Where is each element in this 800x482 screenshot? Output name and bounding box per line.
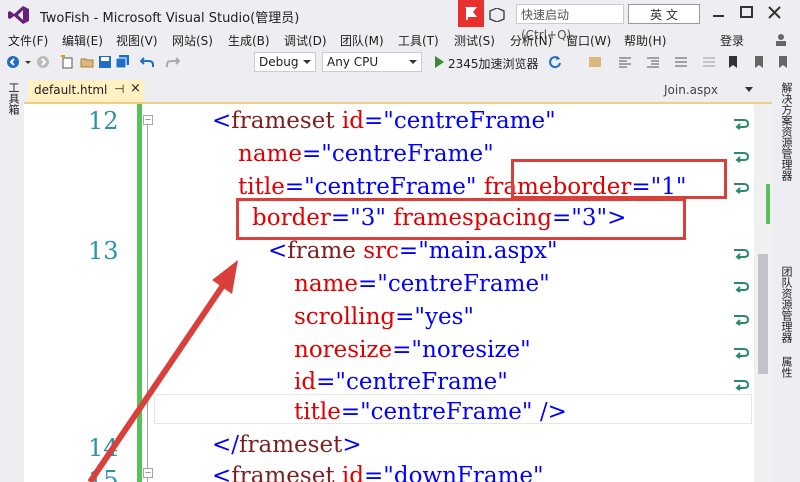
line-number: 12 (88, 107, 119, 135)
quick-launch-input[interactable]: 快速启动 (Ctrl+Q) (516, 4, 624, 42)
menu-debug[interactable]: 调试(D) (284, 32, 327, 49)
bookmark-next-icon[interactable] (776, 55, 790, 69)
refresh-icon[interactable] (548, 55, 562, 69)
menu-team[interactable]: 团队(M) (340, 32, 384, 49)
tab-label: default.html (34, 83, 108, 97)
menu-website[interactable]: 网站(S) (172, 32, 213, 49)
maximize-icon[interactable] (736, 2, 758, 24)
navigate-forward-icon[interactable] (36, 55, 50, 69)
feedback-flag-button[interactable] (458, 0, 484, 27)
ime-language-indicator[interactable]: 英 文 (628, 4, 700, 24)
indent-icon[interactable] (646, 55, 660, 69)
menu-view[interactable]: 视图(V) (116, 32, 158, 49)
solution-configuration-select[interactable]: Debug (254, 52, 316, 72)
sign-in-link[interactable]: 登录 (720, 32, 744, 49)
menu-edit[interactable]: 编辑(E) (62, 32, 103, 49)
menu-tools[interactable]: 工具(T) (398, 32, 439, 49)
menu-file[interactable]: 文件(F) (8, 32, 48, 49)
word-wrap-icon (734, 249, 750, 260)
uncomment-icon[interactable] (702, 55, 716, 69)
bookmark-prev-icon[interactable] (752, 55, 766, 69)
save-icon[interactable] (98, 55, 112, 69)
code-line: id="centreFrame" (294, 369, 508, 395)
menu-test[interactable]: 测试(S) (454, 32, 495, 49)
menu-help[interactable]: 帮助(H) (624, 32, 666, 49)
chevron-down-icon (409, 60, 417, 64)
code-line: scrolling="yes" (294, 304, 475, 330)
back-dropdown-icon[interactable] (24, 55, 32, 69)
word-wrap-icon (734, 315, 750, 326)
properties-tab[interactable]: 属性 (778, 356, 794, 378)
left-tool-window-strip: 工具箱 (0, 76, 24, 482)
title-bar: TwoFish - Microsoft Visual Studio(管理员) 快… (0, 0, 800, 42)
code-line: name="centreFrame" (294, 271, 550, 297)
chevron-down-icon (303, 60, 311, 64)
annotation-arrow-icon (87, 260, 238, 482)
menu-bar: 文件(F) 编辑(E) 视图(V) 网站(S) 生成(B) 调试(D) 团队(M… (0, 30, 800, 50)
solution-configuration-value: Debug (259, 55, 299, 69)
align-left-icon[interactable] (618, 55, 632, 69)
start-debugging-icon[interactable] (432, 55, 446, 69)
bookmark-icon[interactable] (726, 55, 740, 69)
tab-default-html[interactable]: default.html ⊣ × (28, 80, 144, 102)
team-explorer-tab[interactable]: 团队资源管理器 (778, 266, 794, 343)
new-project-icon[interactable] (60, 55, 74, 69)
solution-platform-value: Any CPU (327, 55, 379, 69)
word-wrap-icon (734, 183, 750, 194)
code-line: name="centreFrame" (238, 141, 494, 167)
menu-analyze[interactable]: 分析(N) (510, 32, 552, 49)
solution-explorer-tab[interactable]: 解决方案资源管理器 (778, 82, 794, 181)
menu-build[interactable]: 生成(B) (228, 32, 270, 49)
toolbox-tab[interactable]: 工具箱 (5, 82, 21, 115)
undo-icon[interactable] (140, 55, 154, 69)
code-line: <frame src="main.aspx" (268, 238, 558, 264)
right-tool-window-strip: 解决方案资源管理器 团队资源管理器 属性 (772, 76, 800, 482)
minimize-icon[interactable] (708, 2, 730, 24)
visual-studio-logo-icon (8, 6, 29, 24)
word-wrap-icon (734, 152, 750, 163)
redo-icon[interactable] (166, 55, 180, 69)
tab-join-aspx[interactable]: Join.aspx (664, 83, 718, 97)
word-wrap-icon (734, 348, 750, 359)
word-wrap-icon (734, 282, 750, 293)
code-line: <frameset id="downFrame" (212, 463, 544, 482)
code-line: <frameset id="centreFrame" (212, 108, 556, 134)
find-in-files-icon[interactable] (588, 55, 602, 69)
collapse-icon[interactable]: − (143, 115, 153, 125)
close-tab-icon[interactable]: × (130, 81, 141, 96)
scrollbar-change-marker (766, 184, 770, 224)
save-all-icon[interactable] (116, 55, 130, 69)
comment-icon[interactable] (674, 55, 688, 69)
code-line: title="centreFrame" /> (294, 399, 567, 425)
pin-tab-icon[interactable]: ⊣ (114, 82, 124, 96)
menu-window[interactable]: 窗口(W) (566, 32, 611, 49)
close-window-icon[interactable] (764, 2, 786, 24)
window-title: TwoFish - Microsoft Visual Studio(管理员) (40, 11, 300, 26)
annotation-box-frameborder (511, 159, 727, 199)
tab-dropdown-icon[interactable] (744, 84, 754, 94)
open-file-icon[interactable] (80, 55, 94, 69)
word-wrap-icon (734, 119, 750, 130)
account-icon[interactable] (774, 33, 788, 47)
scrollbar-thumb[interactable] (758, 254, 768, 374)
word-wrap-icon (734, 380, 750, 391)
code-line: noresize="noresize" (294, 337, 531, 363)
solution-platform-select[interactable]: Any CPU (322, 52, 422, 72)
document-tab-strip: default.html ⊣ × Join.aspx (24, 76, 772, 104)
navigate-back-icon[interactable] (6, 55, 20, 69)
flag-icon (465, 7, 477, 20)
annotation-box-border-framespacing (236, 198, 686, 240)
standard-toolbar: Debug Any CPU 2345加速浏览器 (0, 50, 800, 76)
notification-icon[interactable] (489, 8, 505, 22)
browser-target-label[interactable]: 2345加速浏览器 (448, 55, 539, 72)
